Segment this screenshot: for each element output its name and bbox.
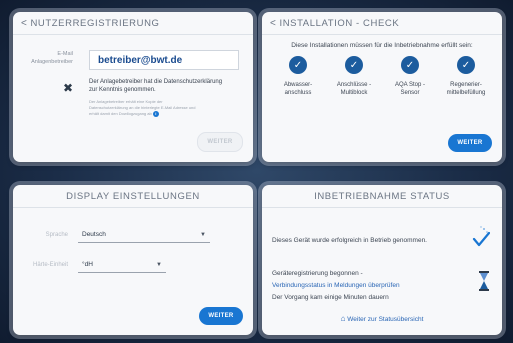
- check-item-label: AQA Stop - Sensor: [394, 82, 425, 96]
- check-circle-icon: ✓: [401, 56, 419, 74]
- email-field[interactable]: betreiber@bwt.de: [89, 50, 239, 70]
- registration-title: NUTZERREGISTRIERUNG: [30, 17, 160, 29]
- back-chevron-icon[interactable]: <: [21, 18, 27, 29]
- check-item-label: Abwasser- anschluss: [283, 82, 313, 96]
- privacy-consent-text: Der Anlagebetreiber hat die Datenschutze…: [89, 79, 223, 93]
- installation-intro: Diese Installationen müssen für die Inbe…: [291, 42, 473, 49]
- check-circle-icon: ✓: [345, 56, 363, 74]
- installation-header: < INSTALLATION - CHECK: [262, 12, 502, 35]
- email-label: E-Mail Anlagenbetreiber: [31, 51, 73, 65]
- installation-check-panel: < INSTALLATION - CHECK Diese Installatio…: [262, 12, 502, 162]
- check-circle-icon: ✓: [289, 56, 307, 74]
- check-item-regenerant: ✓ Regenerier- mittelbefüllung: [439, 56, 493, 97]
- status-overview-link[interactable]: ⌂ Weiter zur Statusübersicht: [262, 314, 502, 323]
- installation-items: ✓ Abwasser- anschluss ✓ Anschlüsse - Mul…: [270, 56, 494, 97]
- registration-started-text: Geräteregistrierung begonnen -: [272, 270, 363, 277]
- back-chevron-icon[interactable]: <: [270, 18, 276, 29]
- registration-header: < NUTZERREGISTRIERUNG: [13, 12, 253, 35]
- registration-panel: < NUTZERREGISTRIERUNG E-Mail Anlagenbetr…: [13, 12, 253, 162]
- hardness-value: °dH: [82, 261, 93, 268]
- checkmark-icon: [472, 225, 491, 252]
- status-title: INBETRIEBNAHME STATUS: [314, 190, 450, 202]
- hardness-label: Härte-Einheit: [32, 262, 68, 268]
- dropdown-arrow-icon: ▼: [200, 231, 206, 238]
- info-icon[interactable]: i: [152, 111, 159, 117]
- language-row: Sprache Deutsch ▼: [13, 227, 210, 243]
- duration-note: Der Vorgang kam einige Minuten dauern: [272, 294, 389, 301]
- privacy-note: Der Anlagebetreiber erhält eine Kopie de…: [89, 99, 196, 117]
- check-item-aqa-stop: ✓ AQA Stop - Sensor: [383, 56, 437, 97]
- dropdown-arrow-icon: ▼: [156, 261, 162, 268]
- language-label: Sprache: [45, 232, 68, 238]
- display-title: DISPLAY EINSTELLUNGEN: [66, 190, 200, 202]
- installation-title: INSTALLATION - CHECK: [279, 17, 400, 29]
- check-circle-icon: ✓: [457, 56, 475, 74]
- check-item-wastewater: ✓ Abwasser- anschluss: [271, 56, 325, 97]
- privacy-checkbox-icon[interactable]: ✖: [63, 82, 75, 94]
- status-header: INBETRIEBNAHME STATUS: [262, 185, 502, 208]
- connection-status-link[interactable]: Verbindungsstatus in Meldungen überprüfe…: [272, 282, 400, 289]
- registration-next-button[interactable]: WEITER: [197, 132, 243, 152]
- language-value: Deutsch: [82, 231, 106, 238]
- hardness-row: Härte-Einheit °dH ▼: [13, 257, 166, 273]
- check-item-multiblock: ✓ Anschlüsse - Multiblock: [327, 56, 381, 97]
- hardness-select[interactable]: °dH ▼: [78, 257, 166, 273]
- display-next-button[interactable]: WEITER: [199, 307, 243, 325]
- check-item-label: Regenerier- mittelbefüllung: [446, 82, 486, 96]
- check-item-label: Anschlüsse - Multiblock: [336, 82, 372, 96]
- installation-next-button[interactable]: WEITER: [448, 134, 492, 152]
- language-select[interactable]: Deutsch ▼: [78, 227, 210, 243]
- display-settings-panel: DISPLAY EINSTELLUNGEN Sprache Deutsch ▼ …: [13, 185, 253, 335]
- success-message: Dieses Gerät wurde erfolgreich in Betrie…: [272, 237, 427, 244]
- commissioning-status-panel: INBETRIEBNAHME STATUS Dieses Gerät wurde…: [262, 185, 502, 335]
- home-icon: ⌂: [340, 314, 346, 323]
- display-header: DISPLAY EINSTELLUNGEN: [13, 185, 253, 208]
- hourglass-icon: [478, 271, 490, 296]
